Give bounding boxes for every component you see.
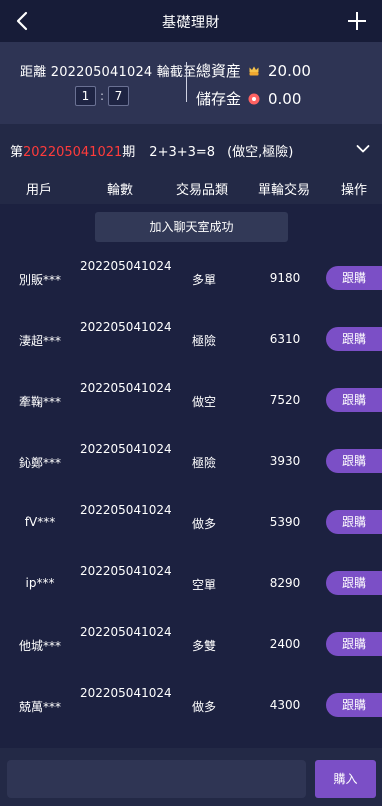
row-item: 做多 (191, 700, 216, 714)
row-user: 牽鞠*** (18, 395, 61, 409)
row-round: 202205041024 (80, 259, 172, 273)
header-round: 輪數 (107, 183, 134, 198)
period-suffix: 期 (122, 145, 136, 160)
table-row: 他城*** 202205041024 多雙 2400 跟購 (0, 616, 382, 676)
table-body: 加入聊天室成功 別販*** 202205041024 多單 9180 跟購 淒超… (0, 204, 382, 748)
row-round: 202205041024 (80, 442, 172, 456)
row-item: 做空 (191, 395, 216, 409)
buy-button[interactable]: 購入 (315, 760, 376, 798)
page-title: 基礎理財 (162, 15, 220, 31)
follow-button[interactable]: 跟購 (326, 388, 382, 412)
row-round: 202205041024 (80, 503, 172, 517)
row-round: 202205041024 (80, 625, 172, 639)
row-user: 別販*** (18, 273, 61, 287)
table-row: 鈊鄭*** 202205041024 極險 3930 跟購 (0, 433, 382, 493)
row-item: 做多 (191, 517, 216, 531)
follow-button[interactable]: 跟購 (326, 571, 382, 595)
table-row: 別販*** 202205041024 多單 9180 跟購 (0, 250, 382, 310)
row-item: 多單 (191, 273, 216, 287)
row-amount: 6310 (269, 332, 301, 346)
timer-minutes: 1 (75, 86, 96, 106)
row-amount: 9180 (269, 271, 301, 285)
header-action: 操作 (341, 183, 368, 198)
follow-button[interactable]: 跟購 (326, 632, 382, 656)
savings-row: 儲存金 0.00 (196, 88, 301, 109)
header-item: 交易品類 (176, 183, 229, 198)
row-amount: 8290 (269, 576, 301, 590)
follow-button[interactable]: 跟購 (326, 327, 382, 351)
table-row: ip*** 202205041024 空單 8290 跟購 (0, 555, 382, 615)
countdown-timer: 1 : 7 (75, 86, 129, 106)
follow-button[interactable]: 跟購 (326, 266, 382, 290)
period-result: (做空,極險) (227, 145, 294, 160)
table-row: fV*** 202205041024 做多 5390 跟購 (0, 494, 382, 554)
table-row: 兢萬*** 202205041024 做多 4300 跟購 (0, 677, 382, 737)
timer-separator: : (99, 89, 105, 103)
countdown-label: 距離 202205041024 輪截至 (20, 65, 197, 80)
row-amount: 2400 (269, 637, 301, 651)
table-header: 用戶 輪數 交易品類 單輪交易 操作 (0, 176, 382, 202)
row-user: 兢萬*** (18, 700, 61, 714)
savings-label: 儲存金 (196, 90, 242, 108)
row-round: 202205041024 (80, 564, 172, 578)
top-bar: 基礎理財 (0, 0, 382, 42)
chevron-down-icon[interactable] (356, 144, 370, 154)
row-user: 鈊鄭*** (18, 456, 61, 470)
total-assets-value: 20.00 (268, 61, 311, 80)
period-prefix: 第 (10, 145, 24, 160)
period-number: 202205041021 (23, 145, 123, 160)
row-item: 極險 (191, 334, 216, 348)
row-amount: 4300 (269, 698, 301, 712)
row-round: 202205041024 (80, 381, 172, 395)
row-amount: 5390 (269, 515, 301, 529)
join-chat-toast: 加入聊天室成功 (95, 212, 288, 242)
follow-button[interactable]: 跟購 (326, 693, 382, 717)
period-rule: 2+3+3=8 (149, 145, 216, 160)
timer-seconds: 7 (108, 86, 129, 106)
row-amount: 3930 (269, 454, 301, 468)
plus-icon[interactable] (346, 10, 368, 32)
row-amount: 7520 (269, 393, 301, 407)
row-user: ip*** (25, 576, 55, 590)
row-item: 多雙 (191, 639, 216, 653)
row-item: 空單 (191, 578, 216, 592)
table-row: 淒超*** 202205041024 極險 6310 跟購 (0, 311, 382, 371)
row-round: 202205041024 (80, 320, 172, 334)
amount-input[interactable] (7, 760, 306, 798)
crown-icon (249, 66, 259, 75)
total-assets-row: 總資産 20.00 (196, 60, 311, 81)
row-user: 他城*** (18, 639, 61, 653)
coin-icon (248, 93, 260, 104)
divider (186, 62, 187, 102)
row-item: 極險 (191, 456, 216, 470)
total-assets-label: 總資産 (196, 62, 242, 80)
info-panel: 距離 202205041024 輪截至 1 : 7 總資産 20.00 儲存金 … (0, 42, 382, 124)
header-amount: 單輪交易 (258, 183, 311, 198)
period-info: 第202205041021期 2+3+3=8 (做空,極險) (10, 141, 293, 160)
follow-button[interactable]: 跟購 (326, 510, 382, 534)
table-row: 牽鞠*** 202205041024 做空 7520 跟購 (0, 372, 382, 432)
header-user: 用戶 (26, 183, 53, 198)
row-user: fV*** (24, 515, 56, 529)
row-round: 202205041024 (80, 686, 172, 700)
follow-button[interactable]: 跟購 (326, 449, 382, 473)
row-user: 淒超*** (18, 334, 61, 348)
bottom-bar: 購入 (0, 748, 382, 806)
savings-value: 0.00 (268, 89, 302, 108)
